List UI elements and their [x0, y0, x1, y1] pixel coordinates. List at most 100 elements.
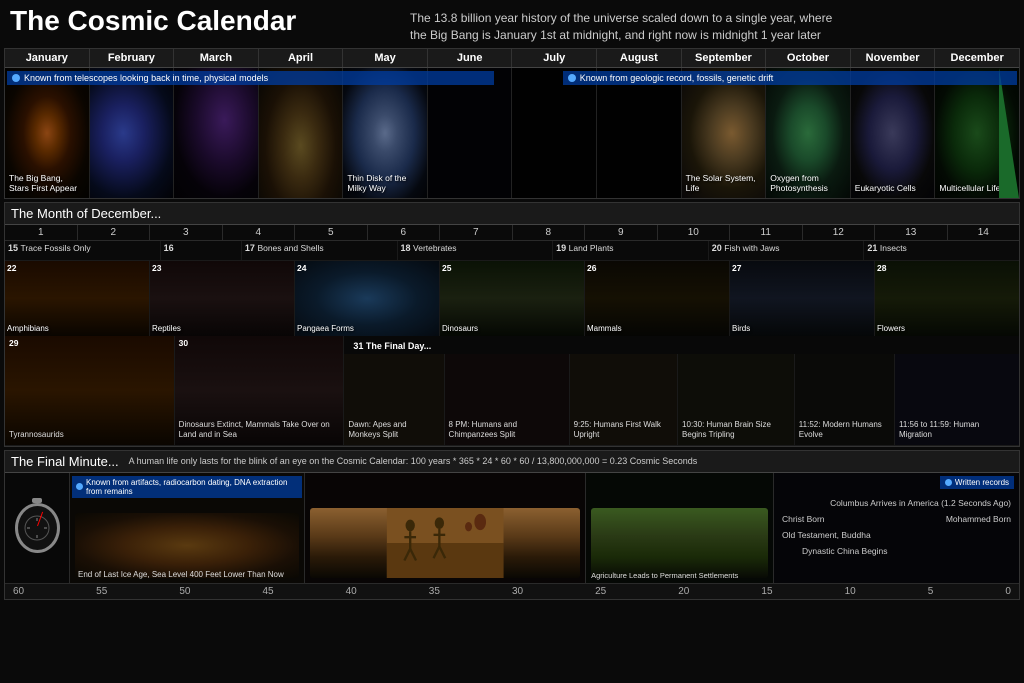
month-cell-may: Thin Disk of the Milky Way [343, 68, 428, 198]
dec-event-18: 18 Vertebrates [398, 241, 554, 263]
month-cell-apr [259, 68, 344, 198]
month-aug: August [597, 49, 682, 67]
dec-event-17: 17 Bones and Shells [242, 241, 398, 263]
month-apr: April [259, 49, 344, 67]
month-cell-dec: Multicellular Life [935, 68, 1019, 198]
month-sep: September [682, 49, 767, 67]
fd-caption-1030: 10:30: Human Brain Size Begins Tripling [682, 420, 786, 441]
dec-label-22: 22 [7, 263, 16, 273]
timeline-5: 5 [928, 586, 934, 597]
dec-day-6: 6 [368, 225, 441, 240]
timeline-35: 35 [429, 586, 440, 597]
fm-content: Known from artifacts, radiocarbon dating… [5, 473, 1019, 583]
fd-caption-dawn: Dawn: Apes and Monkeys Split [348, 420, 437, 441]
dec-day-14: 14 [948, 225, 1020, 240]
months-images: Known from telescopes looking back in ti… [5, 68, 1019, 198]
dec-day-12: 12 [803, 225, 876, 240]
fd-event-925: 9:25: Humans First Walk Upright [570, 354, 678, 445]
dec-day-13: 13 [875, 225, 948, 240]
fd-cell-31: 31 The Final Day... Dawn: Apes and Monke… [344, 336, 1019, 445]
known-artifacts-banner: Known from artifacts, radiocarbon dating… [72, 476, 302, 498]
month-cell-oct: Oxygen from Photosynthesis [766, 68, 851, 198]
december-header: The Month of December... [5, 203, 1019, 225]
dec-label-28: 28 [877, 263, 886, 273]
dec-day-7: 7 [440, 225, 513, 240]
month-caption-may: Thin Disk of the Milky Way [347, 173, 422, 193]
month-jun: June [428, 49, 513, 67]
fd-event-8pm: 8 PM: Humans and Chimpanzees Split [445, 354, 570, 445]
dec-images-row2: 22 Amphibians 23 Reptiles 24 Pangaea For… [5, 261, 1019, 336]
dec-event-15: 15 Trace Fossils Only [5, 241, 161, 263]
timeline-60: 60 [13, 586, 24, 597]
fd-event-1152: 11:52: Modern Humans Evolve [795, 354, 895, 445]
dec-img-28: 28 Flowers [875, 261, 1019, 336]
fm-event-dynastic: Dynastic China Begins [782, 546, 1011, 556]
fm-event-mohammed: Mohammed Born [946, 514, 1011, 524]
timeline-10: 10 [845, 586, 856, 597]
month-cell-nov: Eukaryotic Cells [851, 68, 936, 198]
dec-img-25: 25 Dinosaurs [440, 261, 585, 336]
fm-event-columbus: Columbus Arrives in America (1.2 Seconds… [782, 498, 1011, 508]
dot-icon-left [12, 74, 20, 82]
month-nov: November [851, 49, 936, 67]
fm-event2-caption: Agriculture Leads to Permanent Settlemen… [591, 571, 738, 581]
written-records-banner: Written records [940, 476, 1014, 489]
fm-events-list: Columbus Arrives in America (1.2 Seconds… [782, 498, 1011, 556]
fd-label-29: 29 [9, 338, 18, 348]
fm-agriculture-section: Agriculture Leads to Permanent Settlemen… [586, 473, 774, 583]
fm-event1-caption: End of Last Ice Age, Sea Level 400 Feet … [78, 570, 284, 580]
fd-caption-925: 9:25: Humans First Walk Upright [574, 420, 671, 441]
fm-cave-section [305, 473, 586, 583]
month-mar: March [174, 49, 259, 67]
months-header: January February March April May June Ju… [5, 49, 1019, 68]
month-cell-jul [512, 68, 597, 198]
dec-caption-23: Reptiles [152, 324, 181, 334]
fm-stopwatch-section [5, 473, 70, 583]
month-may: May [343, 49, 428, 67]
dec-img-24: 24 Pangaea Forms [295, 261, 440, 336]
dec-day-1: 1 [5, 225, 78, 240]
month-cell-sep: The Solar System, Life [682, 68, 767, 198]
month-cell-feb [90, 68, 175, 198]
dec-day-2: 2 [78, 225, 151, 240]
december-section: The Month of December... 1 2 3 4 5 6 7 8… [4, 202, 1020, 447]
fm-timeline: 60 55 50 45 40 35 30 25 20 15 10 5 0 [5, 583, 1019, 599]
fm-cave-art [75, 513, 299, 578]
page-subtitle: The 13.8 billion year history of the uni… [390, 6, 832, 44]
fd-caption-migration: 11:56 to 11:59: Human Migration [899, 420, 1011, 441]
stopwatch-face [22, 513, 52, 543]
dec-events-row1: 15 Trace Fossils Only 16 17 Bones and Sh… [5, 241, 1019, 261]
fm-event-row2: Christ Born Mohammed Born [782, 514, 1011, 524]
fm-title: The Final Minute... [11, 454, 119, 469]
timeline-20: 20 [678, 586, 689, 597]
timeline-45: 45 [262, 586, 273, 597]
timeline-55: 55 [96, 586, 107, 597]
dec-event-19: 19 Land Plants [553, 241, 709, 263]
fm-written-records-section: Written records Columbus Arrives in Amer… [774, 473, 1019, 583]
month-oct: October [766, 49, 851, 67]
dec-day-5: 5 [295, 225, 368, 240]
december-grid: 1 2 3 4 5 6 7 8 9 10 11 12 13 14 15 Trac… [5, 225, 1019, 446]
dec-caption-27: Birds [732, 324, 750, 334]
months-section: January February March April May June Ju… [4, 48, 1020, 199]
dec-label-23: 23 [152, 263, 161, 273]
month-caption-jan: The Big Bang, Stars First Appear [9, 173, 84, 193]
month-caption-oct: Oxygen from Photosynthesis [770, 173, 845, 193]
fd-label-31: 31 The Final Day... [348, 338, 436, 354]
dec-event-20: 20 Fish with Jaws [709, 241, 865, 263]
month-caption-sep: The Solar System, Life [686, 173, 761, 193]
dec-img-27: 27 Birds [730, 261, 875, 336]
month-caption-dec: Multicellular Life [939, 183, 1000, 193]
fm-agri-image [591, 508, 768, 578]
fm-event-oldtest: Old Testament, Buddha [782, 530, 1011, 540]
fm-cave-image [310, 508, 580, 578]
month-cell-jun [428, 68, 513, 198]
fd-caption-1152: 11:52: Modern Humans Evolve [799, 420, 888, 441]
timeline-15: 15 [761, 586, 772, 597]
dec-day-3: 3 [150, 225, 223, 240]
timeline-0: 0 [1005, 586, 1011, 597]
dec-day-8: 8 [513, 225, 586, 240]
fd-caption-8pm: 8 PM: Humans and Chimpanzees Split [449, 420, 561, 441]
dec-caption-25: Dinosaurs [442, 324, 478, 334]
page-header: The Cosmic Calendar The 13.8 billion yea… [0, 0, 1024, 48]
